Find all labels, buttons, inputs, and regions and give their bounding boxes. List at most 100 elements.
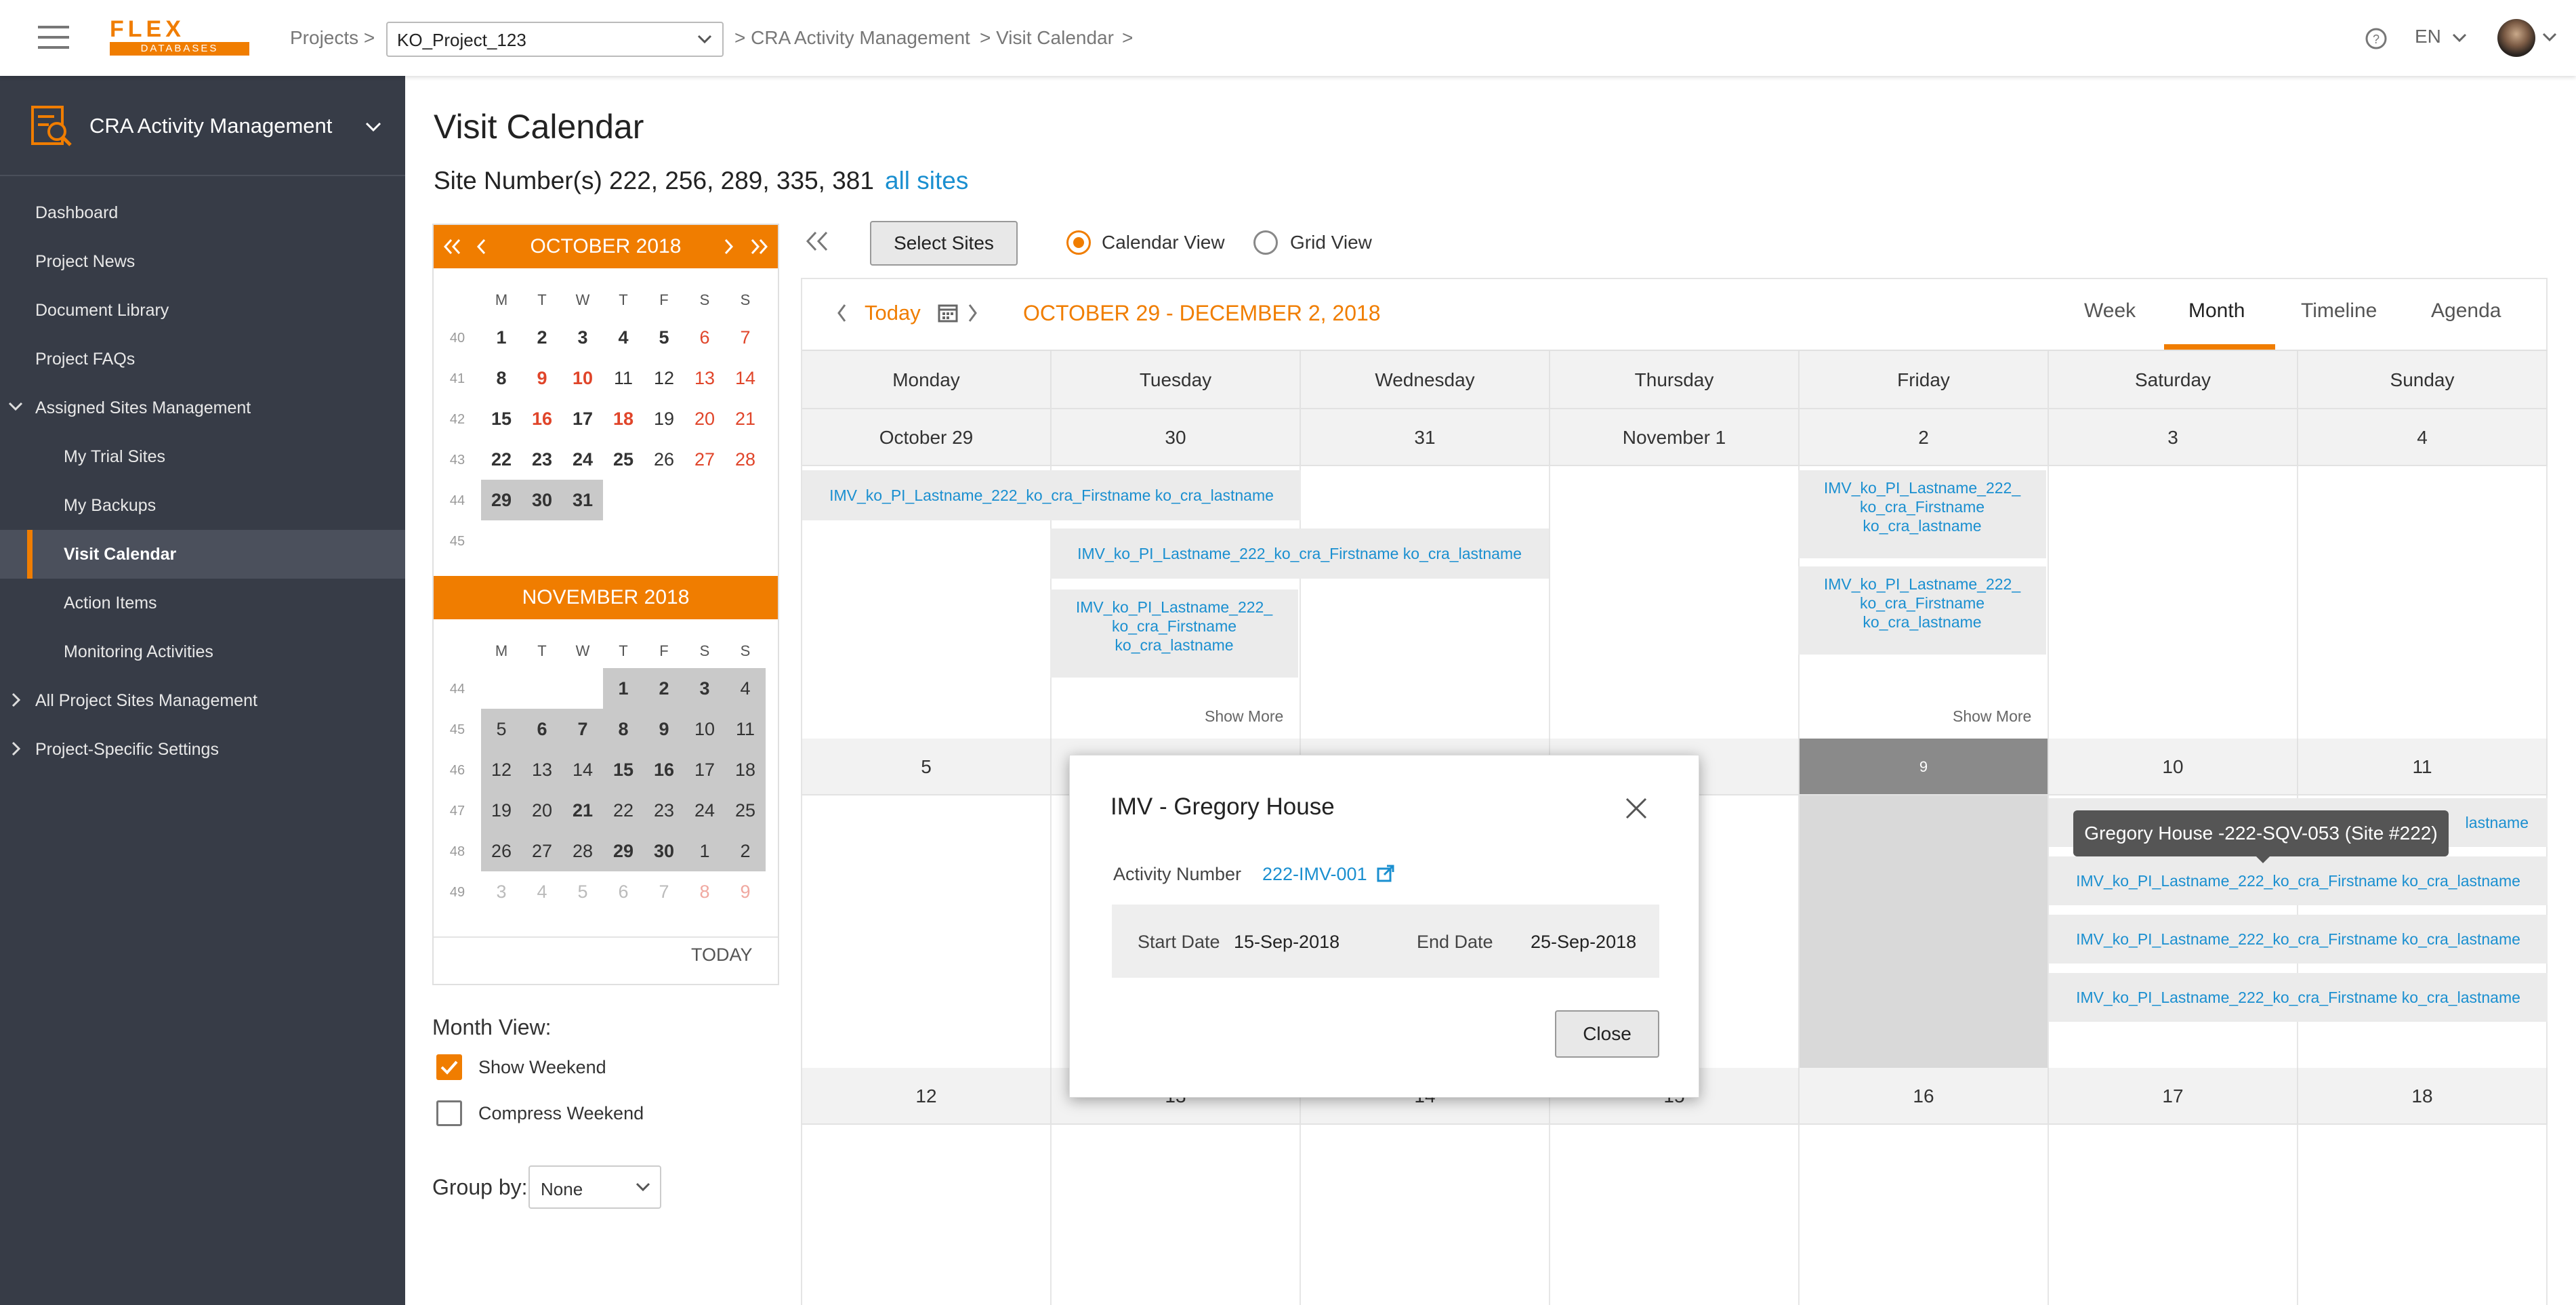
sidebar-item-all-project-sites[interactable]: All Project Sites Management [0, 676, 405, 725]
mini-calendar-day[interactable]: 12 [644, 358, 684, 398]
event-bar[interactable]: IMV_ko_PI_Lastname_222_ko_cra_Firstname … [2049, 915, 2548, 964]
mini-calendar-day[interactable]: 16 [522, 398, 562, 439]
mini-calendar-day[interactable]: 26 [481, 831, 522, 871]
tab-week[interactable]: Week [2084, 299, 2136, 323]
mini-calendar-day[interactable]: 8 [481, 358, 522, 398]
breadcrumb-projects[interactable]: Projects > [290, 27, 375, 49]
mini-calendar-day[interactable]: 2 [725, 831, 766, 871]
double-chevron-right-icon[interactable] [749, 239, 768, 255]
mini-calendar-day[interactable]: 16 [644, 749, 684, 790]
mini-calendar-day[interactable]: 27 [684, 439, 725, 480]
mini-calendar-day[interactable]: 5 [562, 871, 603, 912]
mini-calendar-day[interactable]: 20 [522, 790, 562, 831]
mini-calendar-day[interactable]: 7 [644, 871, 684, 912]
mini-calendar-day[interactable]: 6 [684, 317, 725, 358]
user-avatar[interactable] [2497, 19, 2535, 57]
mini-calendar-day[interactable]: 19 [644, 398, 684, 439]
mini-calendar-day[interactable]: 9 [522, 358, 562, 398]
mini-calendar-day[interactable]: 11 [603, 358, 644, 398]
mini-calendar-day[interactable]: 29 [481, 480, 522, 520]
mini-calendar-day[interactable]: 17 [684, 749, 725, 790]
mini-calendar-day[interactable]: 30 [522, 480, 562, 520]
mini-calendar-day[interactable]: 21 [725, 398, 766, 439]
mini-calendar-day[interactable]: 18 [603, 398, 644, 439]
sidebar-item-project-news[interactable]: Project News [0, 237, 405, 286]
mini-calendar-day[interactable]: 28 [725, 439, 766, 480]
show-weekend-checkbox[interactable] [436, 1054, 462, 1080]
mini-calendar-day[interactable]: 15 [603, 749, 644, 790]
breadcrumb-module[interactable]: > CRA Activity Management [734, 27, 970, 49]
flex-databases-logo[interactable]: FLEX DATABASES [110, 18, 253, 58]
mini-calendar-day[interactable]: 19 [481, 790, 522, 831]
mini-calendar-day[interactable]: 23 [522, 439, 562, 480]
mini-calendar-day[interactable]: 30 [644, 831, 684, 871]
mini-calendar-day[interactable]: 3 [562, 317, 603, 358]
event-bar[interactable]: IMV_ko_PI_Lastname_222_ ko_cra_Firstname… [1050, 589, 1298, 678]
mini-calendar-day[interactable]: 21 [562, 790, 603, 831]
chevron-right-icon[interactable] [968, 304, 978, 323]
mini-calendar-day[interactable]: 6 [603, 871, 644, 912]
mini-calendar-day[interactable]: 17 [562, 398, 603, 439]
sidebar-item-dashboard[interactable]: Dashboard [0, 188, 405, 237]
event-bar[interactable]: IMV_ko_PI_Lastname_222_ ko_cra_Firstname… [1798, 470, 2046, 558]
mini-calendar-day[interactable]: 14 [725, 358, 766, 398]
show-more-link[interactable]: Show More [1953, 707, 2031, 726]
close-icon[interactable] [1624, 796, 1648, 821]
mini-calendar-day[interactable]: 2 [644, 668, 684, 709]
mini-calendar-day[interactable]: 4 [725, 668, 766, 709]
activity-number-link[interactable]: 222-IMV-001 [1262, 864, 1395, 885]
mini-calendar-day[interactable]: 10 [562, 358, 603, 398]
mini-calendar-day[interactable]: 8 [684, 871, 725, 912]
tab-agenda[interactable]: Agenda [2431, 299, 2501, 323]
sidebar-item-action-items[interactable]: Action Items [0, 579, 405, 627]
show-more-link[interactable]: Show More [1205, 707, 1283, 726]
mini-calendar-day[interactable]: 28 [562, 831, 603, 871]
mini-calendar-day[interactable]: 5 [644, 317, 684, 358]
mini-calendar-day[interactable]: 22 [603, 790, 644, 831]
chevron-left-icon[interactable] [476, 239, 486, 255]
mini-calendar-day[interactable]: 14 [562, 749, 603, 790]
today-link[interactable]: Today [865, 301, 921, 325]
mini-calendar-day[interactable]: 13 [522, 749, 562, 790]
chevron-left-icon[interactable] [836, 304, 847, 323]
mini-calendar-day[interactable]: 11 [725, 709, 766, 749]
sidebar-item-visit-calendar[interactable]: Visit Calendar [0, 530, 405, 579]
select-sites-button[interactable]: Select Sites [870, 221, 1018, 266]
event-bar[interactable]: IMV_ko_PI_Lastname_222_ ko_cra_Firstname… [1798, 566, 2046, 655]
mini-calendar-day[interactable]: 24 [684, 790, 725, 831]
module-header[interactable]: CRA Activity Management [0, 76, 405, 176]
event-bar[interactable]: IMV_ko_PI_Lastname_222_ko_cra_Firstname … [2049, 856, 2548, 905]
group-by-select[interactable]: None [528, 1165, 661, 1209]
mini-calendar-day[interactable]: 31 [562, 480, 603, 520]
mini-calendar-day[interactable]: 23 [644, 790, 684, 831]
chevron-down-icon[interactable] [365, 121, 382, 134]
mini-calendar-day[interactable]: 18 [725, 749, 766, 790]
chevron-right-icon[interactable] [724, 239, 734, 255]
sidebar-item-assigned-sites[interactable]: Assigned Sites Management [0, 384, 405, 432]
mini-calendar-day[interactable]: 10 [684, 709, 725, 749]
close-button[interactable]: Close [1555, 1010, 1659, 1058]
mini-calendar-day[interactable]: 15 [481, 398, 522, 439]
mini-calendar-day[interactable]: 27 [522, 831, 562, 871]
mini-calendar-day[interactable]: 20 [684, 398, 725, 439]
event-bar[interactable]: IMV_ko_PI_Lastname_222_ko_cra_Firstname … [1050, 529, 1549, 579]
mini-calendar-day[interactable]: 7 [562, 709, 603, 749]
tab-month[interactable]: Month [2188, 299, 2245, 323]
mini-calendar-day[interactable]: 3 [481, 871, 522, 912]
mini-calendar-day[interactable]: 22 [481, 439, 522, 480]
mini-calendar-day[interactable]: 4 [522, 871, 562, 912]
mini-calendar-day[interactable]: 1 [603, 668, 644, 709]
event-bar[interactable]: IMV_ko_PI_Lastname_222_ko_cra_Firstname … [802, 470, 1301, 520]
sidebar-item-project-faqs[interactable]: Project FAQs [0, 335, 405, 384]
mini-calendar-day[interactable]: 25 [725, 790, 766, 831]
sidebar-item-my-backups[interactable]: My Backups [0, 481, 405, 530]
language-selector[interactable]: EN [2415, 26, 2467, 47]
sidebar-item-my-trial-sites[interactable]: My Trial Sites [0, 432, 405, 481]
mini-calendar-day[interactable]: 5 [481, 709, 522, 749]
event-bar[interactable]: IMV_ko_PI_Lastname_222_ko_cra_Firstname … [2049, 973, 2548, 1022]
sidebar-item-document-library[interactable]: Document Library [0, 286, 405, 335]
hamburger-menu-icon[interactable] [38, 26, 70, 50]
grid-view-radio[interactable] [1253, 230, 1278, 255]
calendar-view-radio[interactable] [1066, 230, 1091, 255]
calendar-icon[interactable] [938, 302, 958, 323]
